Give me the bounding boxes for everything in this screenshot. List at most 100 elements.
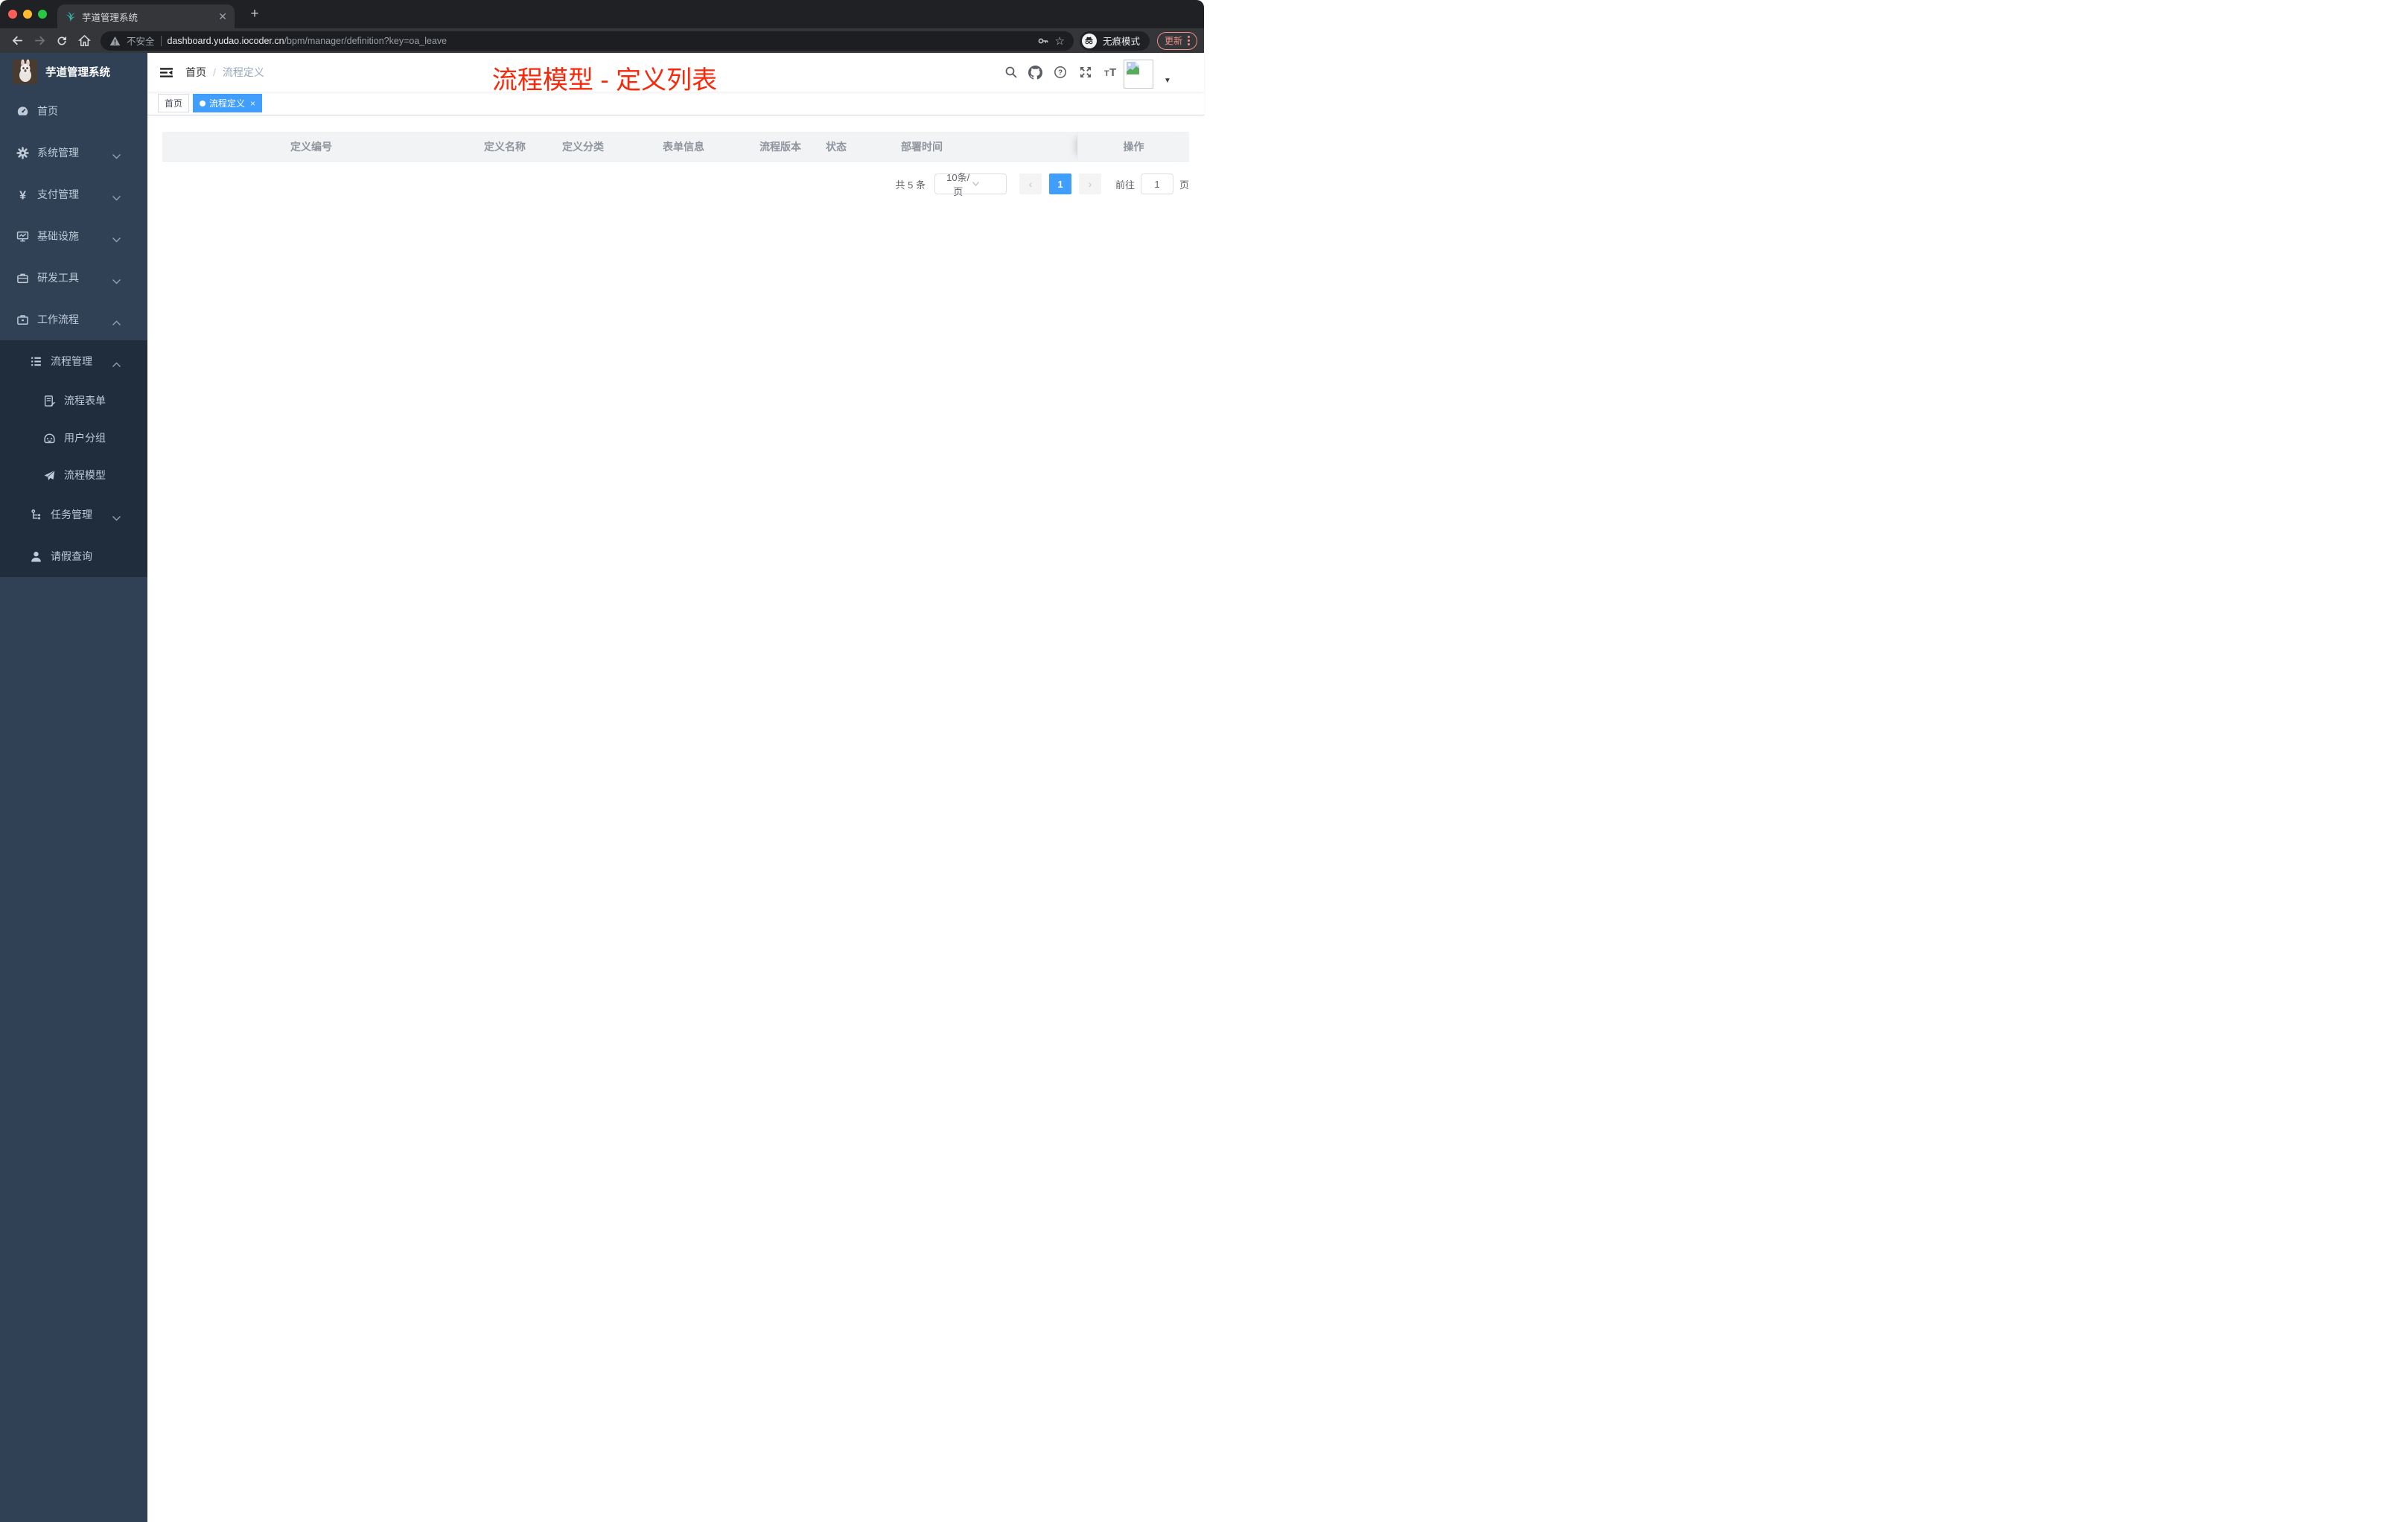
sidebar-item-3[interactable]: 基础设施: [0, 215, 147, 257]
bookmark-star-icon[interactable]: ☆: [1055, 34, 1065, 48]
yen-icon: ¥: [16, 188, 37, 201]
close-window-button[interactable]: [8, 10, 17, 19]
chevron-up-icon: [112, 358, 130, 370]
column-header-7: 操作: [1077, 132, 1189, 161]
breadcrumb-current: 流程定义: [222, 66, 264, 78]
browser-toolbar: 不安全 dashboard.yudao.iocoder.cn/bpm/manag…: [0, 28, 1204, 53]
minimize-window-button[interactable]: [23, 10, 32, 19]
help-icon[interactable]: ?: [1054, 66, 1067, 83]
sidebar-item-label: 研发工具: [37, 272, 79, 284]
sidebar-item-label: 工作流程: [37, 313, 79, 325]
update-label: 更新: [1164, 36, 1182, 46]
toolbox-icon: [16, 272, 37, 284]
breadcrumb: 首页 / 流程定义: [185, 65, 264, 80]
address-bar[interactable]: 不安全 dashboard.yudao.iocoder.cn/bpm/manag…: [101, 31, 1074, 51]
back-icon[interactable]: [7, 31, 28, 51]
security-label[interactable]: 不安全: [127, 34, 155, 48]
home-icon[interactable]: [74, 31, 95, 51]
annotation-title: 流程模型 - 定义列表: [491, 66, 718, 95]
tag-label: 流程定义: [209, 98, 246, 109]
column-header-0: 定义编号: [290, 140, 332, 153]
browser-tab[interactable]: 芋道管理系统 ✕: [57, 4, 235, 28]
tab-title: 芋道管理系统: [82, 12, 138, 23]
zoom-window-button[interactable]: [38, 10, 47, 19]
url-path: /bpm/manager/definition?key=oa_leave: [284, 35, 447, 46]
svg-text:T: T: [1109, 66, 1116, 77]
sidebar-item-4[interactable]: 研发工具: [0, 257, 147, 299]
password-key-icon[interactable]: [1037, 35, 1049, 47]
sidebar-menu: 首页系统管理 ¥ 支付管理基础设施研发工具工作流程流程管理 流程表单用户分组流程模型任…: [0, 90, 147, 577]
page-size-select[interactable]: 10条/页: [934, 172, 1007, 197]
pagination: 共 5 条 10条/页 ‹ 1 › 前往 1 页: [162, 172, 1190, 197]
page-url[interactable]: dashboard.yudao.iocoder.cn/bpm/manager/d…: [168, 36, 447, 46]
chrome-update-button[interactable]: 更新: [1156, 31, 1197, 50]
font-size-icon[interactable]: TT: [1103, 66, 1118, 81]
sidebar: 芋道管理系统 首页系统管理 ¥ 支付管理基础设施研发工具工作流程流程管理 流程表单用户…: [0, 53, 147, 1522]
window-controls[interactable]: [8, 10, 47, 19]
page-content: 定义编号 定义名称 定义分类 表单信息 流程版本 状态 部署时间 操作 共 5 条 10条/页…: [147, 115, 1204, 1522]
github-icon[interactable]: [1028, 66, 1042, 83]
sidebar-item-6[interactable]: 流程管理: [0, 340, 147, 382]
tree-icon: [30, 509, 51, 521]
avatar-caret-icon[interactable]: ▼: [1164, 77, 1171, 85]
gear-icon: [16, 146, 37, 159]
chevron-down-icon: [972, 181, 1000, 187]
sidebar-item-label: 系统管理: [37, 147, 79, 159]
navbar-actions: ? TT ▼: [981, 53, 1204, 92]
goto-label: 前往: [1115, 179, 1135, 191]
breadcrumb-home[interactable]: 首页: [185, 65, 206, 80]
sidebar-item-2[interactable]: ¥ 支付管理: [0, 173, 147, 215]
page-size-value: 10条/页: [946, 172, 970, 197]
main-area: 首页 / 流程定义 ? TT ▼ 流程模型 - 定义列表 首页 流程定义 × 定义编…: [147, 53, 1204, 1522]
sidebar-logo[interactable]: 芋道管理系统: [0, 53, 147, 90]
paper-plane-icon: [43, 469, 64, 482]
sidebar-item-10[interactable]: 任务管理: [0, 494, 147, 535]
chevron-down-icon: [112, 191, 130, 203]
sidebar-item-0[interactable]: 首页: [0, 90, 147, 132]
chevron-down-icon: [112, 233, 130, 245]
sidebar-item-label: 基础设施: [37, 230, 79, 242]
current-page-button[interactable]: 1: [1048, 173, 1071, 194]
monitor-icon: [16, 230, 37, 243]
forward-icon[interactable]: [29, 31, 50, 51]
active-tag-dot: [200, 100, 206, 106]
header-filler: [981, 132, 1077, 161]
search-icon[interactable]: [1004, 66, 1018, 83]
tags-view-bar: 首页 流程定义 ×: [147, 92, 1204, 115]
column-header-3: 表单信息: [663, 140, 704, 153]
logo-avatar: [13, 59, 37, 84]
fullscreen-icon[interactable]: [1079, 66, 1092, 83]
sidebar-item-9[interactable]: 流程模型: [0, 456, 147, 494]
sidebar-item-label: 用户分组: [64, 432, 106, 444]
tag-close-icon[interactable]: ×: [250, 98, 255, 109]
prev-page-button[interactable]: ‹: [1019, 173, 1042, 194]
sidebar-item-11[interactable]: 请假查询: [0, 535, 147, 577]
goto-page-input[interactable]: 1: [1140, 173, 1173, 194]
sidebar-item-label: 任务管理: [51, 509, 92, 520]
not-secure-warning-icon[interactable]: [109, 36, 121, 46]
column-header-5: 状态: [826, 140, 847, 153]
top-navbar: 首页 / 流程定义 ? TT ▼ 流程模型 - 定义列表: [147, 53, 1204, 95]
reload-icon[interactable]: [51, 31, 72, 51]
app-title: 芋道管理系统: [45, 66, 110, 79]
sidebar-item-1[interactable]: 系统管理: [0, 132, 147, 173]
page-suffix-label: 页: [1179, 179, 1189, 191]
new-tab-button[interactable]: +: [246, 6, 264, 24]
tag-1[interactable]: 流程定义 ×: [193, 94, 263, 112]
sidebar-item-label: 流程模型: [64, 469, 106, 481]
form-icon: [43, 395, 64, 407]
tab-close-icon[interactable]: ✕: [218, 10, 227, 23]
sidebar-item-5[interactable]: 工作流程: [0, 299, 147, 340]
sidebar-item-8[interactable]: 用户分组: [0, 419, 147, 456]
user-avatar[interactable]: [1124, 60, 1153, 89]
hamburger-icon[interactable]: [147, 65, 185, 80]
incognito-icon: [1081, 33, 1097, 48]
browser-menu-icon[interactable]: [1188, 36, 1190, 45]
tag-0[interactable]: 首页: [158, 94, 190, 112]
next-page-button[interactable]: ›: [1078, 173, 1101, 194]
svg-text:T: T: [1104, 69, 1109, 77]
chevron-up-icon: [112, 316, 130, 328]
sidebar-item-7[interactable]: 流程表单: [0, 382, 147, 419]
column-header-6: 部署时间: [901, 140, 943, 153]
chevron-down-icon: [112, 275, 130, 287]
